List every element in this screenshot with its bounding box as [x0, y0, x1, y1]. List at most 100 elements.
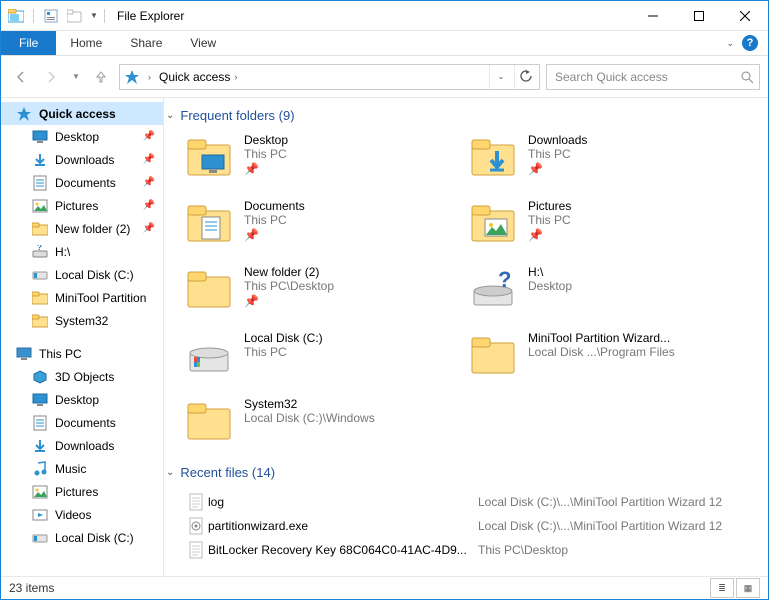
tab-share[interactable]: Share	[116, 31, 176, 55]
chevron-down-icon: ⌄	[166, 110, 174, 121]
drive-icon	[31, 267, 49, 283]
tree-item[interactable]: MiniTool Partition	[1, 286, 163, 309]
tree-item[interactable]: Desktop	[1, 388, 163, 411]
titlebar: ▼ File Explorer	[1, 1, 768, 31]
tree-item-label: H:\	[55, 245, 70, 259]
folder-location: Local Disk ...\Program Files	[528, 345, 675, 359]
recent-file-name: log	[208, 495, 478, 509]
folder-name: Documents	[244, 199, 305, 213]
address-box[interactable]: › Quick access› ⌄	[119, 64, 540, 90]
file-tab[interactable]: File	[1, 31, 56, 55]
folder-name: New folder (2)	[244, 265, 334, 279]
folder-icon	[31, 221, 49, 237]
tree-item[interactable]: Downloads	[1, 434, 163, 457]
close-button[interactable]	[722, 1, 768, 30]
navigation-tree[interactable]: Quick access Desktop📌Downloads📌Documents…	[1, 98, 164, 576]
folder-tile[interactable]: DesktopThis PC📌	[184, 133, 464, 181]
folder-icon	[184, 397, 234, 445]
tree-item-label: 3D Objects	[55, 370, 114, 384]
address-dropdown[interactable]: ⌄	[489, 65, 512, 89]
tree-item-label: Music	[55, 462, 86, 476]
folder-tile[interactable]: MiniTool Partition Wizard...Local Disk .…	[468, 331, 748, 379]
recent-file-name: partitionwizard.exe	[208, 519, 478, 533]
explorer-icon	[5, 5, 27, 27]
tree-item[interactable]: Documents	[1, 411, 163, 434]
search-input[interactable]	[553, 69, 740, 85]
window-title: File Explorer	[117, 9, 184, 23]
recent-file-row[interactable]: BitLocker Recovery Key 68C064C0-41AC-4D9…	[184, 538, 764, 562]
folder-tile[interactable]: System32Local Disk (C:)\Windows	[184, 397, 464, 445]
help-icon[interactable]: ?	[742, 35, 758, 51]
chevron-right-icon[interactable]: ›	[144, 72, 155, 82]
folder-name: Desktop	[244, 133, 288, 147]
folder-tile[interactable]: PicturesThis PC📌	[468, 199, 748, 247]
qat-dropdown-icon[interactable]: ▼	[88, 5, 100, 27]
tree-item[interactable]: Music	[1, 457, 163, 480]
folder-tile[interactable]: ?H:\Desktop	[468, 265, 748, 313]
chevron-down-icon: ⌄	[166, 467, 174, 478]
maximize-button[interactable]	[676, 1, 722, 30]
view-icons-button[interactable]: ▦	[736, 578, 760, 598]
documents-icon	[31, 415, 49, 431]
tree-item-label: Pictures	[55, 485, 98, 499]
pin-icon: 📌	[244, 228, 305, 242]
content-area: Quick access Desktop📌Downloads📌Documents…	[1, 98, 768, 576]
search-box[interactable]	[546, 64, 760, 90]
tree-item[interactable]: System32	[1, 309, 163, 332]
tree-item[interactable]: 3D Objects	[1, 365, 163, 388]
address-location: Quick access›	[157, 70, 487, 84]
quick-access-star-icon	[122, 69, 142, 85]
tab-home[interactable]: Home	[56, 31, 116, 55]
tree-item[interactable]: Desktop📌	[1, 125, 163, 148]
file-icon	[184, 493, 208, 511]
back-button[interactable]	[9, 65, 33, 89]
tree-item[interactable]: Pictures📌	[1, 194, 163, 217]
tree-item[interactable]: Documents📌	[1, 171, 163, 194]
folder-tile[interactable]: Local Disk (C:)This PC	[184, 331, 464, 379]
forward-button[interactable]	[39, 65, 63, 89]
recent-file-path: Local Disk (C:)\...\MiniTool Partition W…	[478, 495, 722, 509]
tree-item-label: Local Disk (C:)	[55, 268, 134, 282]
tree-item[interactable]: Pictures	[1, 480, 163, 503]
history-dropdown[interactable]: ▼	[69, 65, 83, 89]
main-pane[interactable]: ⌄ Frequent folders (9) DesktopThis PC📌Do…	[164, 98, 768, 576]
folder-location: Local Disk (C:)\Windows	[244, 411, 375, 425]
group-recent-files[interactable]: ⌄ Recent files (14)	[166, 465, 764, 480]
group-frequent-folders[interactable]: ⌄ Frequent folders (9)	[166, 108, 764, 123]
tree-item-label: Local Disk (C:)	[55, 531, 134, 545]
folder-name: System32	[244, 397, 375, 411]
ribbon-expand-icon[interactable]: ⌄	[726, 38, 734, 49]
tab-view[interactable]: View	[176, 31, 230, 55]
tree-item[interactable]: Videos	[1, 503, 163, 526]
tree-item[interactable]: ?H:\	[1, 240, 163, 263]
folder-location: This PC	[244, 345, 323, 359]
tree-item[interactable]: New folder (2)📌	[1, 217, 163, 240]
tree-item-label: System32	[55, 314, 108, 328]
view-details-button[interactable]: ≣	[710, 578, 734, 598]
recent-list: logLocal Disk (C:)\...\MiniTool Partitio…	[184, 490, 764, 562]
folder-tile[interactable]: New folder (2)This PC\Desktop📌	[184, 265, 464, 313]
recent-file-row[interactable]: logLocal Disk (C:)\...\MiniTool Partitio…	[184, 490, 764, 514]
tree-this-pc[interactable]: This PC	[1, 342, 163, 365]
folder-name: Pictures	[528, 199, 571, 213]
folder-icon	[184, 133, 234, 181]
refresh-button[interactable]	[514, 65, 537, 89]
recent-file-row[interactable]: partitionwizard.exeLocal Disk (C:)\...\M…	[184, 514, 764, 538]
new-folder-icon[interactable]	[64, 5, 86, 27]
status-item-count: 23 items	[9, 581, 54, 595]
pin-icon: 📌	[244, 162, 288, 176]
folder-icon: ?	[468, 265, 518, 313]
recent-file-path: Local Disk (C:)\...\MiniTool Partition W…	[478, 519, 722, 533]
up-button[interactable]	[89, 65, 113, 89]
tree-item[interactable]: Local Disk (C:)	[1, 263, 163, 286]
folder-tile[interactable]: DocumentsThis PC📌	[184, 199, 464, 247]
music-icon	[31, 461, 49, 477]
videos-icon	[31, 507, 49, 523]
tree-item[interactable]: Downloads📌	[1, 148, 163, 171]
folder-tile[interactable]: DownloadsThis PC📌	[468, 133, 748, 181]
pin-icon: 📌	[244, 294, 334, 308]
tree-quick-access[interactable]: Quick access	[1, 102, 163, 125]
properties-icon[interactable]	[40, 5, 62, 27]
tree-item[interactable]: Local Disk (C:)	[1, 526, 163, 549]
minimize-button[interactable]	[630, 1, 676, 30]
